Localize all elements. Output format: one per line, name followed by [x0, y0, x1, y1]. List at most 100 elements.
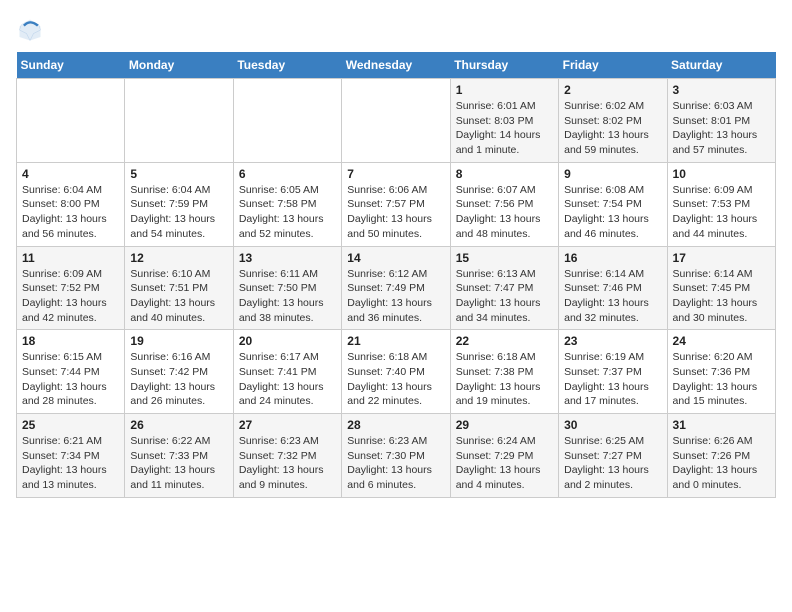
calendar-cell: 5 Sunrise: 6:04 AM Sunset: 7:59 PM Daylig… [125, 162, 233, 246]
day-number: 3 [673, 83, 770, 97]
calendar-cell: 16 Sunrise: 6:14 AM Sunset: 7:46 PM Dayli… [559, 246, 667, 330]
day-number: 1 [456, 83, 553, 97]
day-detail: Sunrise: 6:07 AM Sunset: 7:56 PM Dayligh… [456, 183, 553, 242]
day-detail: Sunrise: 6:18 AM Sunset: 7:40 PM Dayligh… [347, 350, 444, 409]
day-detail: Sunrise: 6:21 AM Sunset: 7:34 PM Dayligh… [22, 434, 119, 493]
logo-icon [16, 16, 44, 44]
day-detail: Sunrise: 6:24 AM Sunset: 7:29 PM Dayligh… [456, 434, 553, 493]
weekday-header-tuesday: Tuesday [233, 52, 341, 79]
day-number: 13 [239, 251, 336, 265]
day-detail: Sunrise: 6:09 AM Sunset: 7:52 PM Dayligh… [22, 267, 119, 326]
day-detail: Sunrise: 6:26 AM Sunset: 7:26 PM Dayligh… [673, 434, 770, 493]
calendar-cell [342, 79, 450, 163]
day-detail: Sunrise: 6:12 AM Sunset: 7:49 PM Dayligh… [347, 267, 444, 326]
calendar-cell: 3 Sunrise: 6:03 AM Sunset: 8:01 PM Daylig… [667, 79, 775, 163]
day-detail: Sunrise: 6:13 AM Sunset: 7:47 PM Dayligh… [456, 267, 553, 326]
calendar-cell: 18 Sunrise: 6:15 AM Sunset: 7:44 PM Dayli… [17, 330, 125, 414]
day-number: 15 [456, 251, 553, 265]
calendar-cell: 31 Sunrise: 6:26 AM Sunset: 7:26 PM Dayli… [667, 414, 775, 498]
day-number: 28 [347, 418, 444, 432]
day-number: 19 [130, 334, 227, 348]
day-detail: Sunrise: 6:02 AM Sunset: 8:02 PM Dayligh… [564, 99, 661, 158]
day-number: 16 [564, 251, 661, 265]
calendar-cell: 27 Sunrise: 6:23 AM Sunset: 7:32 PM Dayli… [233, 414, 341, 498]
calendar-cell: 10Sunrise: 6:09 AM Sunset: 7:53 PM Dayli… [667, 162, 775, 246]
day-number: 29 [456, 418, 553, 432]
day-number: 30 [564, 418, 661, 432]
calendar-cell: 29 Sunrise: 6:24 AM Sunset: 7:29 PM Dayli… [450, 414, 558, 498]
day-detail: Sunrise: 6:17 AM Sunset: 7:41 PM Dayligh… [239, 350, 336, 409]
weekday-header-monday: Monday [125, 52, 233, 79]
calendar-cell: 15 Sunrise: 6:13 AM Sunset: 7:47 PM Dayli… [450, 246, 558, 330]
calendar-cell: 14 Sunrise: 6:12 AM Sunset: 7:49 PM Dayli… [342, 246, 450, 330]
page-header [16, 16, 776, 44]
calendar-cell: 19 Sunrise: 6:16 AM Sunset: 7:42 PM Dayli… [125, 330, 233, 414]
day-number: 7 [347, 167, 444, 181]
calendar-cell: 9Sunrise: 6:08 AM Sunset: 7:54 PM Daylig… [559, 162, 667, 246]
day-detail: Sunrise: 6:11 AM Sunset: 7:50 PM Dayligh… [239, 267, 336, 326]
calendar-cell: 28 Sunrise: 6:23 AM Sunset: 7:30 PM Dayli… [342, 414, 450, 498]
day-number: 8 [456, 167, 553, 181]
calendar-cell: 21Sunrise: 6:18 AM Sunset: 7:40 PM Dayli… [342, 330, 450, 414]
day-number: 14 [347, 251, 444, 265]
day-number: 12 [130, 251, 227, 265]
day-detail: Sunrise: 6:01 AM Sunset: 8:03 PM Dayligh… [456, 99, 553, 158]
day-number: 27 [239, 418, 336, 432]
day-number: 4 [22, 167, 119, 181]
calendar-cell [125, 79, 233, 163]
day-number: 31 [673, 418, 770, 432]
calendar-cell: 4 Sunrise: 6:04 AM Sunset: 8:00 PM Daylig… [17, 162, 125, 246]
calendar-cell: 17Sunrise: 6:14 AM Sunset: 7:45 PM Dayli… [667, 246, 775, 330]
day-detail: Sunrise: 6:04 AM Sunset: 8:00 PM Dayligh… [22, 183, 119, 242]
day-detail: Sunrise: 6:20 AM Sunset: 7:36 PM Dayligh… [673, 350, 770, 409]
calendar-cell: 26 Sunrise: 6:22 AM Sunset: 7:33 PM Dayli… [125, 414, 233, 498]
day-detail: Sunrise: 6:22 AM Sunset: 7:33 PM Dayligh… [130, 434, 227, 493]
day-detail: Sunrise: 6:09 AM Sunset: 7:53 PM Dayligh… [673, 183, 770, 242]
day-number: 18 [22, 334, 119, 348]
day-detail: Sunrise: 6:08 AM Sunset: 7:54 PM Dayligh… [564, 183, 661, 242]
calendar-cell: 25 Sunrise: 6:21 AM Sunset: 7:34 PM Dayli… [17, 414, 125, 498]
calendar-cell: 8 Sunrise: 6:07 AM Sunset: 7:56 PM Daylig… [450, 162, 558, 246]
calendar-cell: 23Sunrise: 6:19 AM Sunset: 7:37 PM Dayli… [559, 330, 667, 414]
calendar-cell: 1 Sunrise: 6:01 AM Sunset: 8:03 PM Daylig… [450, 79, 558, 163]
weekday-header-friday: Friday [559, 52, 667, 79]
day-number: 22 [456, 334, 553, 348]
day-detail: Sunrise: 6:04 AM Sunset: 7:59 PM Dayligh… [130, 183, 227, 242]
day-detail: Sunrise: 6:15 AM Sunset: 7:44 PM Dayligh… [22, 350, 119, 409]
weekday-header-wednesday: Wednesday [342, 52, 450, 79]
day-detail: Sunrise: 6:06 AM Sunset: 7:57 PM Dayligh… [347, 183, 444, 242]
calendar-cell [17, 79, 125, 163]
weekday-header-sunday: Sunday [17, 52, 125, 79]
calendar-cell: 6 Sunrise: 6:05 AM Sunset: 7:58 PM Daylig… [233, 162, 341, 246]
day-detail: Sunrise: 6:05 AM Sunset: 7:58 PM Dayligh… [239, 183, 336, 242]
day-number: 17 [673, 251, 770, 265]
day-detail: Sunrise: 6:16 AM Sunset: 7:42 PM Dayligh… [130, 350, 227, 409]
day-number: 5 [130, 167, 227, 181]
calendar-table: SundayMondayTuesdayWednesdayThursdayFrid… [16, 52, 776, 498]
calendar-cell: 22 Sunrise: 6:18 AM Sunset: 7:38 PM Dayli… [450, 330, 558, 414]
day-detail: Sunrise: 6:19 AM Sunset: 7:37 PM Dayligh… [564, 350, 661, 409]
day-detail: Sunrise: 6:23 AM Sunset: 7:30 PM Dayligh… [347, 434, 444, 493]
day-detail: Sunrise: 6:18 AM Sunset: 7:38 PM Dayligh… [456, 350, 553, 409]
day-detail: Sunrise: 6:10 AM Sunset: 7:51 PM Dayligh… [130, 267, 227, 326]
weekday-header-saturday: Saturday [667, 52, 775, 79]
day-number: 11 [22, 251, 119, 265]
calendar-cell: 30 Sunrise: 6:25 AM Sunset: 7:27 PM Dayli… [559, 414, 667, 498]
day-number: 20 [239, 334, 336, 348]
calendar-cell: 7 Sunrise: 6:06 AM Sunset: 7:57 PM Daylig… [342, 162, 450, 246]
calendar-cell: 2 Sunrise: 6:02 AM Sunset: 8:02 PM Daylig… [559, 79, 667, 163]
calendar-cell: 11 Sunrise: 6:09 AM Sunset: 7:52 PM Dayli… [17, 246, 125, 330]
calendar-cell: 13 Sunrise: 6:11 AM Sunset: 7:50 PM Dayli… [233, 246, 341, 330]
day-number: 25 [22, 418, 119, 432]
day-number: 2 [564, 83, 661, 97]
day-number: 6 [239, 167, 336, 181]
calendar-cell [233, 79, 341, 163]
calendar-cell: 12 Sunrise: 6:10 AM Sunset: 7:51 PM Dayli… [125, 246, 233, 330]
logo [16, 16, 48, 44]
day-detail: Sunrise: 6:23 AM Sunset: 7:32 PM Dayligh… [239, 434, 336, 493]
day-detail: Sunrise: 6:25 AM Sunset: 7:27 PM Dayligh… [564, 434, 661, 493]
calendar-cell: 20 Sunrise: 6:17 AM Sunset: 7:41 PM Dayli… [233, 330, 341, 414]
day-detail: Sunrise: 6:03 AM Sunset: 8:01 PM Dayligh… [673, 99, 770, 158]
day-detail: Sunrise: 6:14 AM Sunset: 7:46 PM Dayligh… [564, 267, 661, 326]
day-number: 26 [130, 418, 227, 432]
